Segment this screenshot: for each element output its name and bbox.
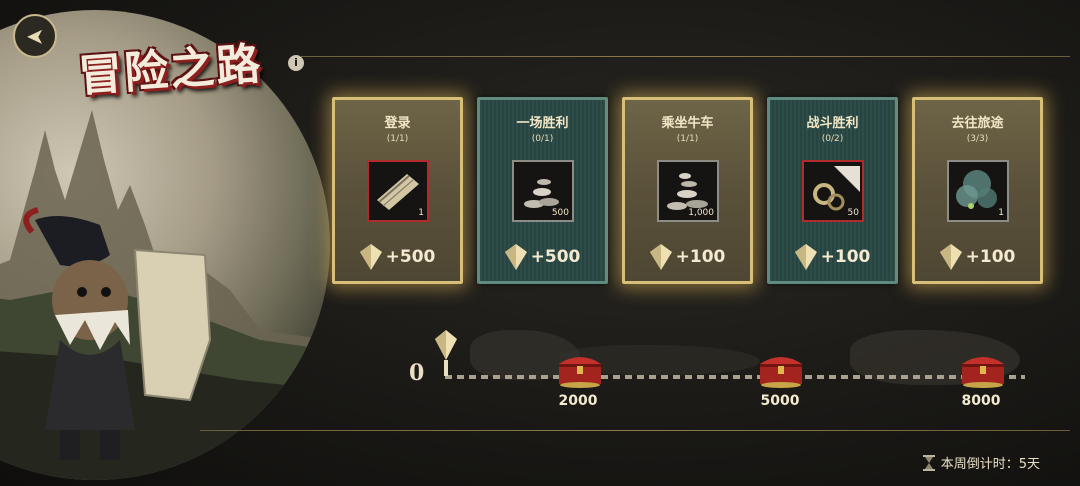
back-button[interactable]: ➤ (13, 14, 57, 58)
progress-current: 0 (409, 360, 425, 386)
item-quantity: 50 (847, 208, 859, 218)
item-quantity: 1,000 (688, 208, 714, 218)
weekly-countdown: 本周倒计时：5天 (922, 453, 1040, 472)
gem-icon (649, 244, 672, 270)
task-name: 登录 (384, 116, 411, 131)
frame-divider-bottom (200, 430, 1070, 431)
milestone-label: 5000 (760, 393, 800, 409)
treasure-chest-icon[interactable] (555, 350, 605, 388)
task-card-one-victory[interactable]: 一场胜利 (0/1) 500 +500 (477, 97, 608, 284)
task-name: 去往旅途 (951, 116, 1004, 131)
task-reward: +100 (915, 244, 1040, 270)
progress-marker-gem-icon (435, 330, 457, 376)
reward-amount: +100 (820, 247, 871, 267)
page-title: 冒险之路 (76, 38, 264, 103)
task-progress: (3/3) (966, 134, 989, 144)
task-name: 乘坐牛车 (661, 116, 714, 131)
task-reward: +500 (480, 244, 605, 270)
task-progress: (1/1) (676, 134, 699, 144)
task-reward: +100 (625, 244, 750, 270)
gem-icon (794, 244, 817, 270)
gem-icon (939, 244, 962, 270)
task-card-battle-victory[interactable]: 战斗胜利 (0/2) 50 +100 (767, 97, 898, 284)
hourglass-icon (922, 454, 935, 471)
task-card-journey[interactable]: 去往旅途 (3/3) 1 +100 (912, 97, 1043, 284)
item-quantity: 1 (418, 208, 424, 218)
milestone-label: 2000 (558, 393, 598, 409)
progress-track (445, 375, 1025, 379)
back-arrow-icon: ➤ (25, 23, 45, 49)
gem-icon (504, 244, 527, 270)
task-name: 一场胜利 (516, 116, 569, 131)
gem-icon (359, 244, 382, 270)
reward-amount: +500 (385, 247, 436, 267)
coins-icon: 500 (512, 160, 574, 222)
coins-icon: 1,000 (657, 160, 719, 222)
reward-amount: +500 (530, 247, 581, 267)
task-progress: (0/1) (531, 134, 554, 144)
treasure-chest-icon[interactable] (756, 350, 806, 388)
frame-divider-top (300, 56, 1070, 57)
task-progress: (0/2) (821, 134, 844, 144)
item-quantity: 1 (998, 208, 1004, 218)
task-card-login[interactable]: 登录 (1/1) 1 +500 (332, 97, 463, 284)
info-icon[interactable]: i (288, 55, 304, 71)
countdown-text: 本周倒计时：5天 (940, 457, 1040, 472)
milestone-label: 8000 (961, 393, 1001, 409)
reward-amount: +100 (675, 247, 726, 267)
task-reward: +500 (335, 244, 460, 270)
task-name: 战斗胜利 (806, 116, 859, 131)
item-quantity: 500 (551, 208, 569, 218)
reward-amount: +100 (965, 247, 1016, 267)
scroll-icon: 1 (367, 160, 429, 222)
treasure-chest-icon[interactable] (958, 350, 1008, 388)
adventure-road-screen: ➤ 冒险之路 i 登录 (1/1) 1 +500 一场胜利 (0/1) 500 … (0, 0, 1080, 486)
smoke-icon: 1 (947, 160, 1009, 222)
task-reward: +100 (770, 244, 895, 270)
rings-icon: 50 (802, 160, 864, 222)
task-progress: (1/1) (386, 134, 409, 144)
task-card-ox-cart[interactable]: 乘坐牛车 (1/1) 1,000 +100 (622, 97, 753, 284)
